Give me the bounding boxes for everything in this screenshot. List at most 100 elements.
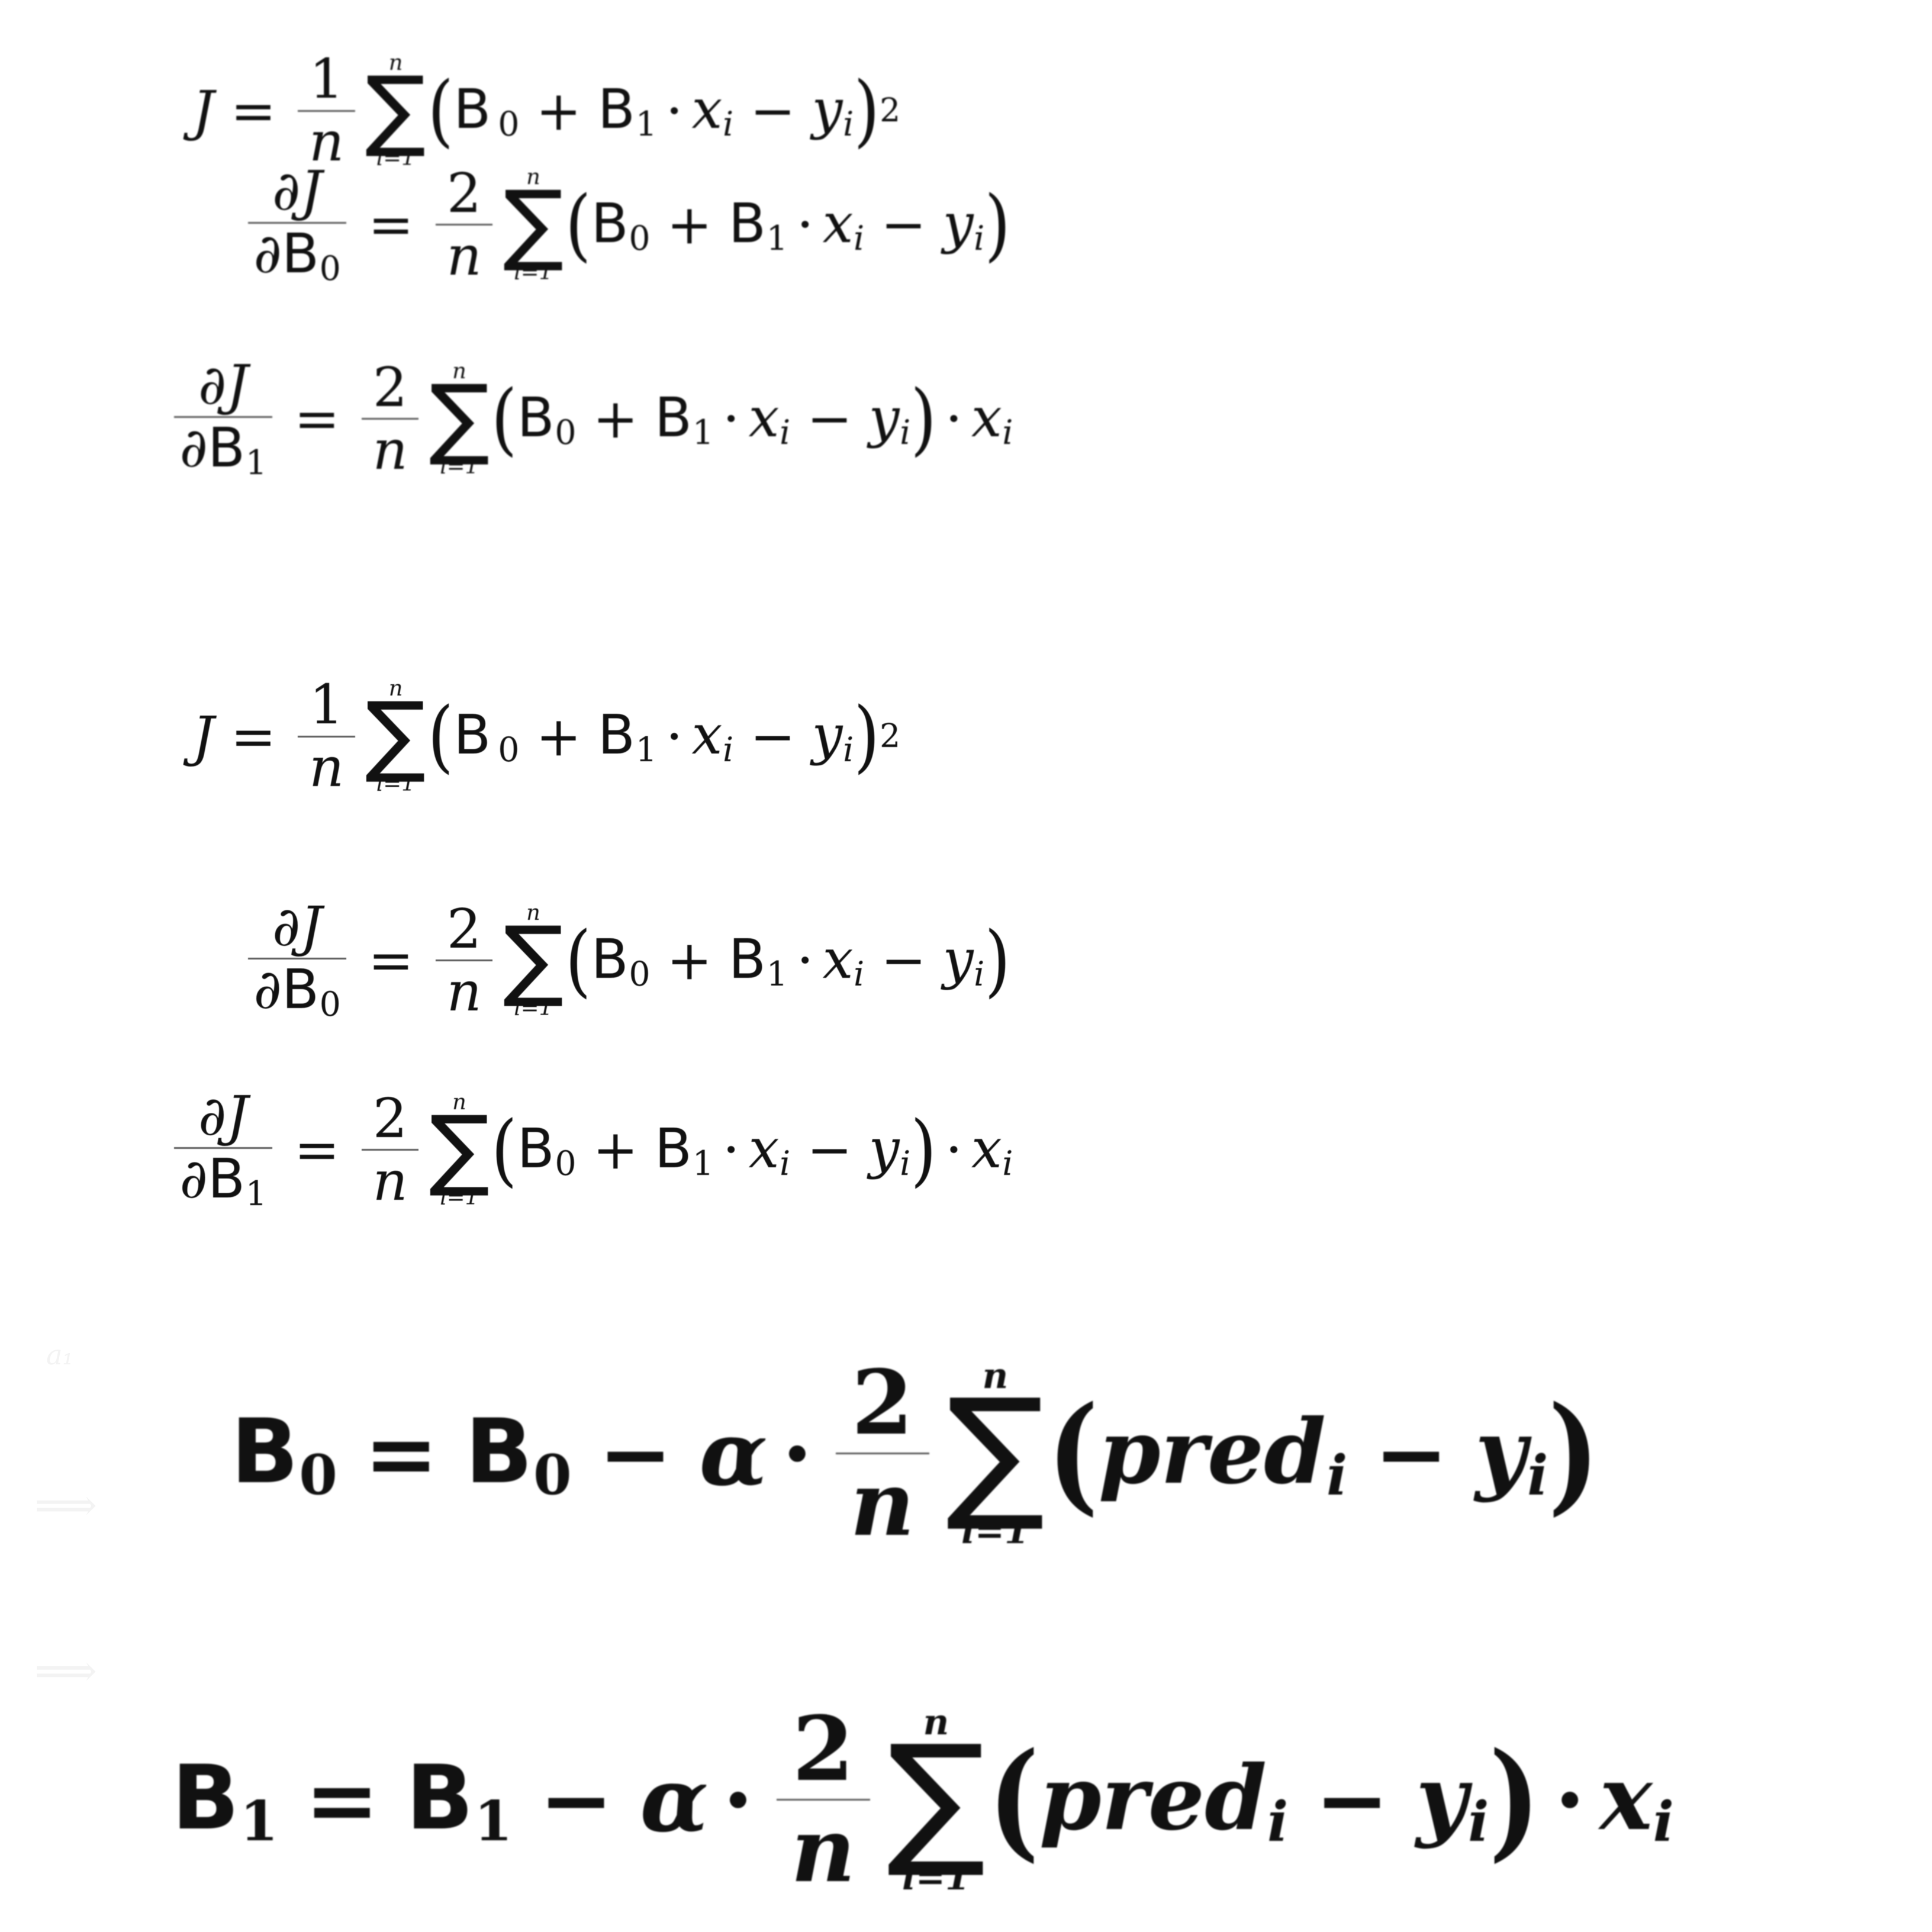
eq1-lhs-J: J (192, 79, 214, 143)
equation-gradient-b1: ∂J ∂B1 = 2 n n ∑ i=1 ( B0 + B1 · xi − yi… (169, 358, 1013, 480)
eq8-lhs-B1: B1 (172, 1746, 278, 1854)
eq5-B1: B1 (728, 928, 788, 994)
eq7-alpha: α (699, 1401, 768, 1506)
eq7-minus-1: − (598, 1401, 673, 1506)
eq3-B1: B1 (654, 386, 714, 452)
sigma-icon: ∑ (886, 1714, 986, 1882)
equation-sheet: a₁ ⟹ ⟹ J = 1 n n ∑ i=1 ( B 0 + B1 · xi −… (0, 0, 1932, 1932)
eq5-B0: B0 (591, 928, 651, 994)
eq3-summation: n ∑ i=1 (429, 360, 490, 477)
eq5-plus: + (666, 929, 713, 993)
eq2-numerator: 2 (446, 161, 482, 225)
sigma-icon: ∑ (429, 366, 490, 469)
eq2-dot-1: · (796, 193, 814, 257)
eq4-lhs-J: J (192, 704, 214, 768)
eq3-numerator-partial-J: ∂J (198, 353, 249, 417)
eq3-open-paren: ( (491, 373, 517, 465)
eq7-minus-2: − (1374, 1401, 1449, 1506)
eq6-partial-fraction: ∂J ∂B1 (174, 1084, 273, 1211)
eq7-denominator: n (850, 1452, 915, 1557)
eq6-denominator: n (372, 1149, 408, 1213)
eq3-minus: − (806, 387, 852, 451)
eq6-B1: B1 (654, 1117, 714, 1183)
eq5-summation: n ∑ i=1 (503, 901, 564, 1019)
eq7-lhs-B0: B0 (231, 1400, 337, 1508)
sigma-icon: ∑ (503, 908, 564, 1011)
sigma-icon: ∑ (365, 58, 426, 161)
eq6-dot-1: · (722, 1118, 740, 1182)
eq1-close-paren: ) (854, 65, 880, 156)
eq2-x-i: xi (822, 192, 865, 258)
eq4-open-paren: ( (427, 691, 454, 782)
eq2-equals: = (368, 193, 414, 257)
eq5-open-paren: ( (565, 915, 591, 1006)
eq1-minus: − (749, 79, 796, 143)
eq6-B0: B0 (517, 1117, 577, 1183)
equation-update-b0: B0 = B0 − α · 2 n n ∑ i=1 ( predi − yi ) (231, 1358, 1599, 1549)
eq5-close-paren: ) (984, 915, 1011, 1006)
eq1-equals: = (230, 79, 276, 143)
eq8-minus-1: − (539, 1747, 614, 1852)
eq6-plus: + (593, 1118, 639, 1182)
eq4-summation: n ∑ i=1 (365, 678, 426, 794)
eq8-fraction-two-over-n: 2 n (777, 1705, 870, 1895)
eq1-x-i: xi (691, 78, 734, 144)
eq7-y-i: yi (1475, 1399, 1548, 1508)
eq1-numerator: 1 (309, 47, 344, 111)
eq8-numerator: 2 (792, 1697, 854, 1802)
eq2-partial-fraction: ∂J ∂B0 (248, 164, 347, 288)
eq8-x-i: xi (1599, 1746, 1675, 1854)
eq1-B1: B1 (597, 78, 657, 144)
eq8-alpha: α (640, 1747, 709, 1852)
eq3-B0: B0 (517, 386, 577, 452)
eq5-equals: = (368, 929, 414, 993)
eq3-x-i-2: xi (971, 386, 1013, 452)
eq2-denominator: n (446, 224, 482, 288)
eq7-rhs-B0: B0 (465, 1400, 572, 1508)
eq8-dot-2: · (1554, 1747, 1586, 1852)
eq8-open-paren: ( (988, 1725, 1039, 1875)
eq5-denominator: n (446, 959, 482, 1023)
eq2-minus: − (880, 193, 926, 257)
eq6-numerator: 2 (372, 1086, 408, 1150)
eq4-numerator: 1 (309, 673, 344, 736)
eq6-equals: = (294, 1118, 340, 1182)
equation-cost-function: J = 1 n n ∑ i=1 ( B 0 + B1 · xi − yi ) 2 (192, 52, 900, 169)
eq5-denominator-partial-B0: ∂B0 (253, 958, 341, 1024)
eq1-B0: B 0 (453, 78, 520, 144)
eq2-denominator-partial-B0: ∂B0 (253, 222, 341, 288)
eq8-equals: = (304, 1747, 379, 1852)
ghost-a1-artifact: a₁ (46, 1339, 73, 1371)
eq4-denominator: n (309, 736, 344, 800)
eq6-summation: n ∑ i=1 (429, 1091, 490, 1208)
equation-gradient-b0: ∂J ∂B0 = 2 n n ∑ i=1 ( B0 + B1 · xi − yi… (243, 164, 1010, 286)
ghost-implies-arrow-icon-1: ⟹ (34, 1480, 98, 1531)
eq3-denominator: n (372, 418, 408, 482)
eq3-denominator-partial-B1: ∂B1 (179, 416, 267, 482)
eq3-x-i: xi (748, 386, 791, 452)
eq2-close-paren: ) (984, 179, 1011, 271)
eq5-numerator: 2 (446, 897, 482, 961)
eq4-dot-1: · (665, 704, 683, 768)
eq8-minus-2: − (1315, 1747, 1390, 1852)
eq7-close-paren: ) (1548, 1379, 1600, 1529)
eq4-y-i: yi (812, 703, 854, 769)
eq5-partial-fraction: ∂J ∂B0 (248, 900, 347, 1024)
eq6-open-paren: ( (491, 1105, 517, 1196)
eq4-exponent-2: 2 (880, 717, 901, 756)
eq4-B1: B1 (597, 703, 657, 769)
eq4-B0: B 0 (453, 703, 520, 769)
eq3-numerator: 2 (372, 355, 408, 419)
eq1-fraction-one-over-n: 1 n (298, 52, 355, 169)
eq3-dot-1: · (722, 387, 740, 451)
sigma-icon: ∑ (429, 1097, 490, 1200)
eq4-equals: = (230, 704, 276, 768)
equation-gradient-b1-repeat: ∂J ∂B1 = 2 n n ∑ i=1 ( B0 + B1 · xi − yi… (169, 1089, 1013, 1211)
eq1-exponent-2: 2 (880, 92, 901, 130)
eq7-fraction-two-over-n: 2 n (836, 1358, 929, 1548)
eq3-fraction-two-over-n: 2 n (361, 355, 419, 482)
eq4-plus: + (536, 704, 582, 768)
eq7-open-paren: ( (1047, 1379, 1099, 1529)
eq6-numerator-partial-J: ∂J (198, 1084, 249, 1148)
eq8-y-i: yi (1416, 1746, 1489, 1854)
